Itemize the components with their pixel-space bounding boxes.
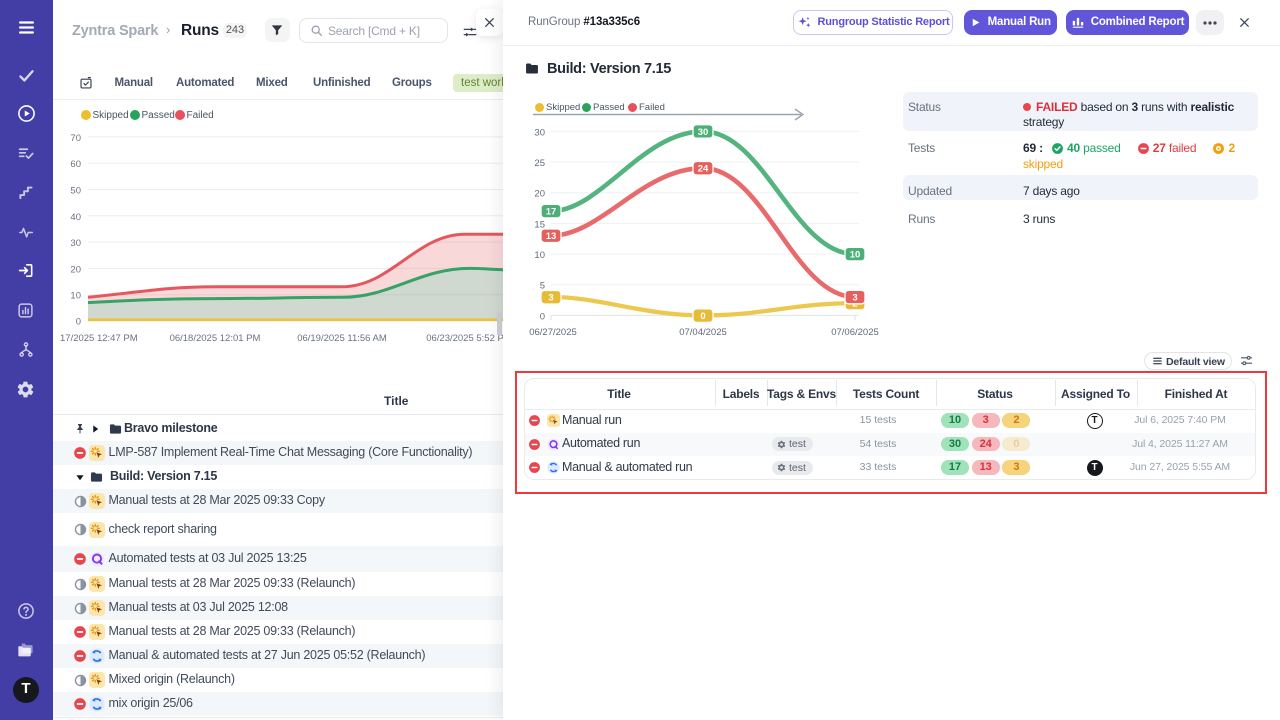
svg-text:07/06/2025: 07/06/2025 bbox=[831, 327, 879, 338]
svg-text:13: 13 bbox=[546, 231, 557, 242]
svg-text:10: 10 bbox=[534, 250, 545, 261]
svg-text:60: 60 bbox=[70, 159, 81, 170]
svg-text:20: 20 bbox=[70, 264, 81, 275]
svg-text:70: 70 bbox=[70, 133, 81, 144]
svg-text:24: 24 bbox=[698, 164, 709, 175]
svg-text:3: 3 bbox=[548, 293, 553, 304]
svg-text:17/2025 12:47 PM: 17/2025 12:47 PM bbox=[60, 333, 138, 344]
svg-text:50: 50 bbox=[70, 186, 81, 197]
svg-text:10: 10 bbox=[850, 250, 861, 261]
svg-text:06/23/2025 5:52 PM: 06/23/2025 5:52 PM bbox=[426, 333, 503, 344]
svg-text:07/04/2025: 07/04/2025 bbox=[679, 327, 727, 338]
svg-text:25: 25 bbox=[534, 158, 545, 169]
svg-text:10: 10 bbox=[70, 291, 81, 302]
svg-text:06/27/2025: 06/27/2025 bbox=[529, 327, 577, 338]
svg-text:0: 0 bbox=[540, 311, 545, 322]
svg-text:30: 30 bbox=[70, 238, 81, 249]
svg-text:06/19/2025 11:56 AM: 06/19/2025 11:56 AM bbox=[297, 333, 387, 344]
svg-text:0: 0 bbox=[76, 317, 81, 328]
svg-text:40: 40 bbox=[70, 212, 81, 223]
svg-text:0: 0 bbox=[700, 311, 705, 322]
svg-text:20: 20 bbox=[534, 189, 545, 200]
svg-text:17: 17 bbox=[546, 207, 557, 218]
svg-text:30: 30 bbox=[534, 127, 545, 138]
svg-text:06/18/2025 12:01 PM: 06/18/2025 12:01 PM bbox=[170, 333, 261, 344]
svg-text:30: 30 bbox=[698, 127, 709, 138]
svg-text:3: 3 bbox=[852, 293, 857, 304]
